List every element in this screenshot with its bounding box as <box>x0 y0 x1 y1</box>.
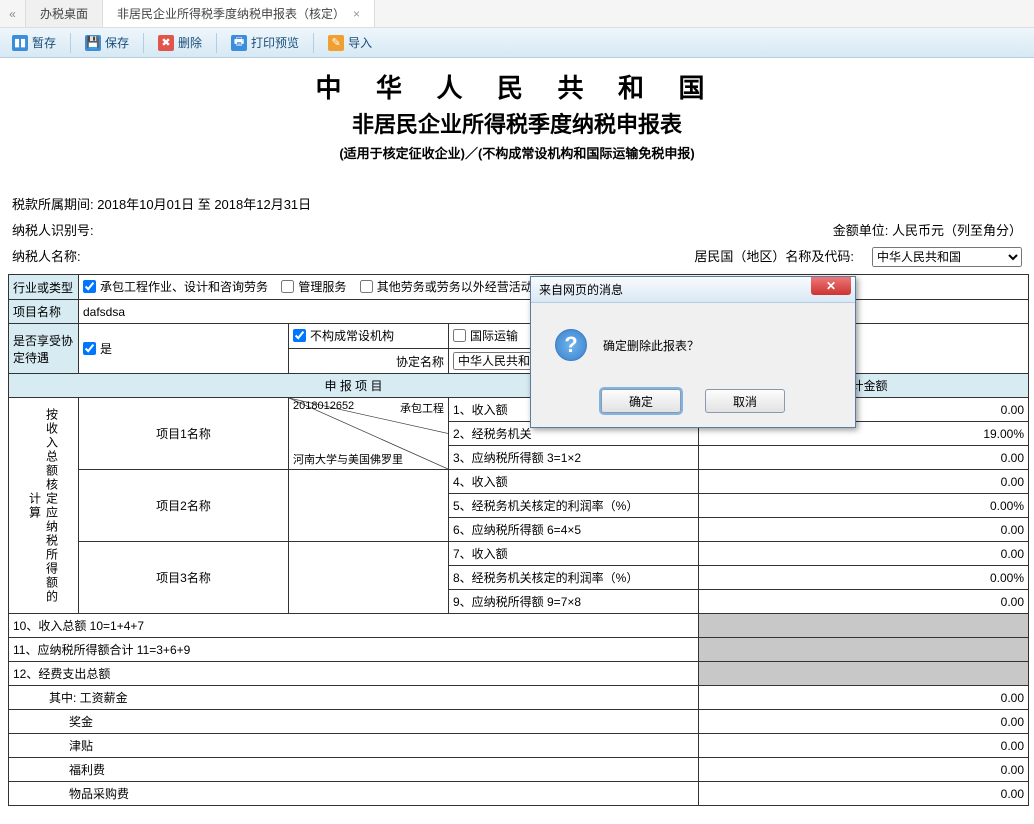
close-icon[interactable]: × <box>353 7 360 21</box>
dialog-ok-button[interactable]: 确定 <box>601 389 681 413</box>
separator <box>143 33 144 53</box>
taxpayer-name-label: 纳税人名称: <box>12 244 81 270</box>
main-table: 行业或类型 承包工程作业、设计和咨询劳务 管理服务 其他劳务或劳务以外经营活动 … <box>8 274 1029 806</box>
import-button[interactable]: ✎导入 <box>322 32 378 53</box>
toolbar: ▮▮暂存 💾保存 ✖删除 🖶打印预览 ✎导入 <box>0 28 1034 58</box>
content-area: 中 华 人 民 共 和 国 非居民企业所得税季度纳税申报表 (适用于核定征收企业… <box>0 58 1034 814</box>
save-button[interactable]: 💾保存 <box>79 32 135 53</box>
line-3: 3、应纳税所得额 3=1×2 <box>449 446 699 470</box>
val-12 <box>699 662 1029 686</box>
line-7: 7、收入额 <box>449 542 699 566</box>
treaty-yes[interactable]: 是 <box>83 340 112 357</box>
val-3[interactable]: 0.00 <box>699 446 1029 470</box>
val-12e[interactable]: 0.00 <box>699 782 1029 806</box>
confirm-dialog: 来自网页的消息 ✕ ? 确定删除此报表？ 确定 取消 <box>530 276 856 428</box>
line-12d: 福利费 <box>9 758 699 782</box>
val-5[interactable]: 0.00% <box>699 494 1029 518</box>
val-4[interactable]: 0.00 <box>699 470 1029 494</box>
line-12a: 其中: 工资薪金 <box>9 686 699 710</box>
proj3-label: 项目3名称 <box>79 542 289 614</box>
question-icon: ? <box>555 329 587 361</box>
dialog-title: 来自网页的消息 <box>539 281 623 298</box>
opt-contract[interactable]: 承包工程作业、设计和咨询劳务 <box>83 278 268 295</box>
dialog-cancel-button[interactable]: 取消 <box>705 389 785 413</box>
page-title: 中 华 人 民 共 和 国 <box>8 68 1026 105</box>
val-12b[interactable]: 0.00 <box>699 710 1029 734</box>
line-11: 11、应纳税所得额合计 11=3+6+9 <box>9 638 699 662</box>
val-11 <box>699 638 1029 662</box>
proj2-label: 项目2名称 <box>79 470 289 542</box>
tabs-back-button[interactable]: « <box>0 0 26 27</box>
separator <box>313 33 314 53</box>
country-label: 居民国（地区）名称及代码: <box>694 249 854 264</box>
country-select[interactable]: 中华人民共和国 <box>872 247 1022 267</box>
tab-desktop[interactable]: 办税桌面 <box>26 0 103 27</box>
separator <box>70 33 71 53</box>
dialog-message: 确定删除此报表？ <box>603 337 699 354</box>
unit-label: 金额单位: 人民币元（列至角分） <box>833 218 1022 244</box>
line-8: 8、经税务机关核定的利润率（%） <box>449 566 699 590</box>
delete-icon: ✖ <box>158 35 174 51</box>
opt-manage[interactable]: 管理服务 <box>281 278 346 295</box>
proj1-label: 项目1名称 <box>79 398 289 470</box>
tab-report[interactable]: 非居民企业所得税季度纳税申报表（核定） × <box>103 0 375 27</box>
treaty-sub1[interactable]: 不构成常设机构 <box>293 327 394 344</box>
dialog-titlebar: 来自网页的消息 ✕ <box>531 277 855 303</box>
left-block-label: 按收入总额核定应纳税所得额的计算 <box>9 398 79 614</box>
treaty-label: 是否享受协定待遇 <box>9 324 79 374</box>
industry-label: 行业或类型 <box>9 275 79 300</box>
line-10: 10、收入总额 10=1+4+7 <box>9 614 699 638</box>
tab-label: 办税桌面 <box>40 5 88 22</box>
tab-label: 非居民企业所得税季度纳税申报表（核定） <box>117 5 345 22</box>
line-12e: 物品采购费 <box>9 782 699 806</box>
delete-button[interactable]: ✖删除 <box>152 32 208 53</box>
val-12d[interactable]: 0.00 <box>699 758 1029 782</box>
period-value: 2018年10月01日 至 2018年12月31日 <box>97 197 311 212</box>
val-7[interactable]: 0.00 <box>699 542 1029 566</box>
dialog-close-button[interactable]: ✕ <box>811 277 851 295</box>
separator <box>216 33 217 53</box>
print-preview-button[interactable]: 🖶打印预览 <box>225 32 305 53</box>
proj3-info <box>289 542 449 614</box>
line-12: 12、经费支出总额 <box>9 662 699 686</box>
val-12c[interactable]: 0.00 <box>699 734 1029 758</box>
agreement-label: 协定名称 <box>289 349 449 374</box>
tab-bar: « 办税桌面 非居民企业所得税季度纳税申报表（核定） × <box>0 0 1034 28</box>
line-4: 4、收入额 <box>449 470 699 494</box>
proj2-info <box>289 470 449 542</box>
line-9: 9、应纳税所得额 9=7×8 <box>449 590 699 614</box>
line-12c: 津贴 <box>9 734 699 758</box>
page-note: (适用于核定征收企业)／(不构成常设机构和国际运输免税申报) <box>8 143 1026 162</box>
import-icon: ✎ <box>328 35 344 51</box>
page-subtitle: 非居民企业所得税季度纳税申报表 <box>8 107 1026 139</box>
pause-button[interactable]: ▮▮暂存 <box>6 32 62 53</box>
proj1-info: 2018012652 承包工程 河南大学与美国佛罗里 <box>289 398 449 470</box>
opt-other[interactable]: 其他劳务或劳务以外经营活动 <box>360 278 533 295</box>
val-9[interactable]: 0.00 <box>699 590 1029 614</box>
meta-block: 税款所属期间: 2018年10月01日 至 2018年12月31日 纳税人识别号… <box>8 192 1026 270</box>
val-12a[interactable]: 0.00 <box>699 686 1029 710</box>
taxpayer-id-label: 纳税人识别号: <box>12 218 94 244</box>
save-icon: 💾 <box>85 35 101 51</box>
val-10 <box>699 614 1029 638</box>
treaty-sub2[interactable]: 国际运输 <box>453 327 518 344</box>
val-6[interactable]: 0.00 <box>699 518 1029 542</box>
project-name-label: 项目名称 <box>9 300 79 324</box>
line-5: 5、经税务机关核定的利润率（%） <box>449 494 699 518</box>
line-6: 6、应纳税所得额 6=4×5 <box>449 518 699 542</box>
period-label: 税款所属期间: <box>12 197 94 212</box>
line-12b: 奖金 <box>9 710 699 734</box>
val-8[interactable]: 0.00% <box>699 566 1029 590</box>
pause-icon: ▮▮ <box>12 35 28 51</box>
print-icon: 🖶 <box>231 35 247 51</box>
